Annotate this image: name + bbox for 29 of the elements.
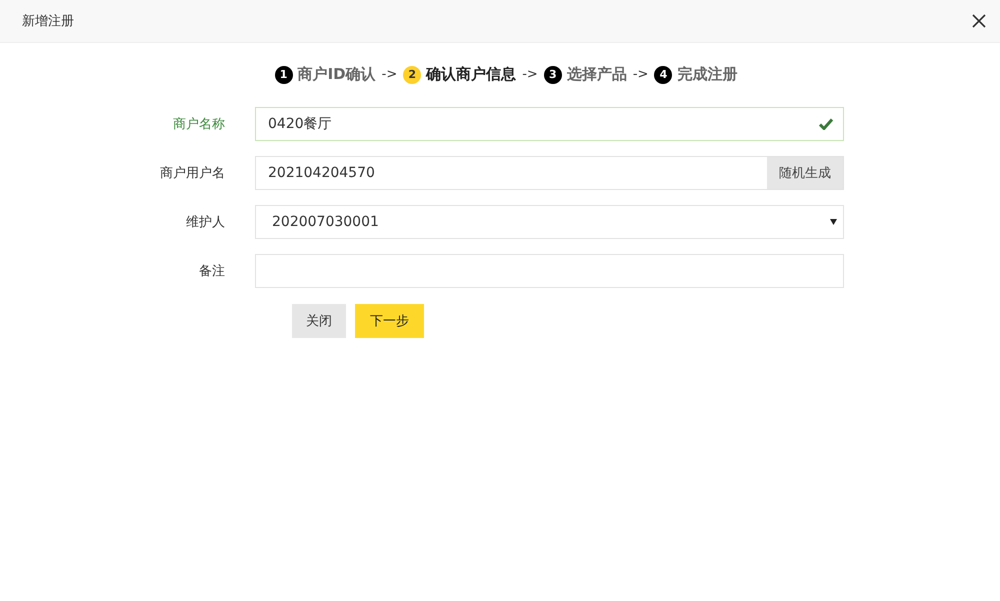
- field-label: 商户用户名: [159, 165, 226, 182]
- field-label: 商户名称: [172, 116, 226, 133]
- step-number: 4: [654, 66, 672, 84]
- step-arrow: ->: [382, 67, 398, 82]
- caret-icon: [830, 219, 837, 225]
- select-field[interactable]: 202007030001: [255, 205, 844, 239]
- step-label: 商户ID确认: [298, 65, 376, 84]
- field-label: 备注: [198, 263, 226, 280]
- username-field[interactable]: 202104204570 随机生成: [255, 156, 844, 190]
- step-arrow: ->: [632, 67, 648, 82]
- next-button[interactable]: 下一步: [355, 304, 424, 338]
- dialog-title: 新增注册: [22, 13, 74, 30]
- generate-button[interactable]: 随机生成: [767, 157, 843, 189]
- step-number: 2: [403, 66, 422, 84]
- check-icon: [819, 118, 833, 130]
- field-value: 0420餐厅: [268, 116, 332, 132]
- step-label: 确认商户信息: [426, 65, 516, 84]
- field-value: 202104204570: [268, 165, 375, 181]
- step-number: 1: [274, 66, 293, 84]
- step-label: 完成注册: [677, 65, 738, 84]
- step-arrow: ->: [522, 67, 538, 82]
- close-button[interactable]: 关闭: [292, 304, 346, 338]
- input-field[interactable]: 0420餐厅: [255, 107, 844, 141]
- step-label: 选择产品: [566, 65, 627, 84]
- close-icon[interactable]: [972, 14, 986, 28]
- field-label: 维护人: [185, 214, 226, 231]
- step-number: 3: [544, 66, 562, 84]
- field-value: 202007030001: [272, 214, 379, 230]
- input-field[interactable]: [255, 254, 844, 288]
